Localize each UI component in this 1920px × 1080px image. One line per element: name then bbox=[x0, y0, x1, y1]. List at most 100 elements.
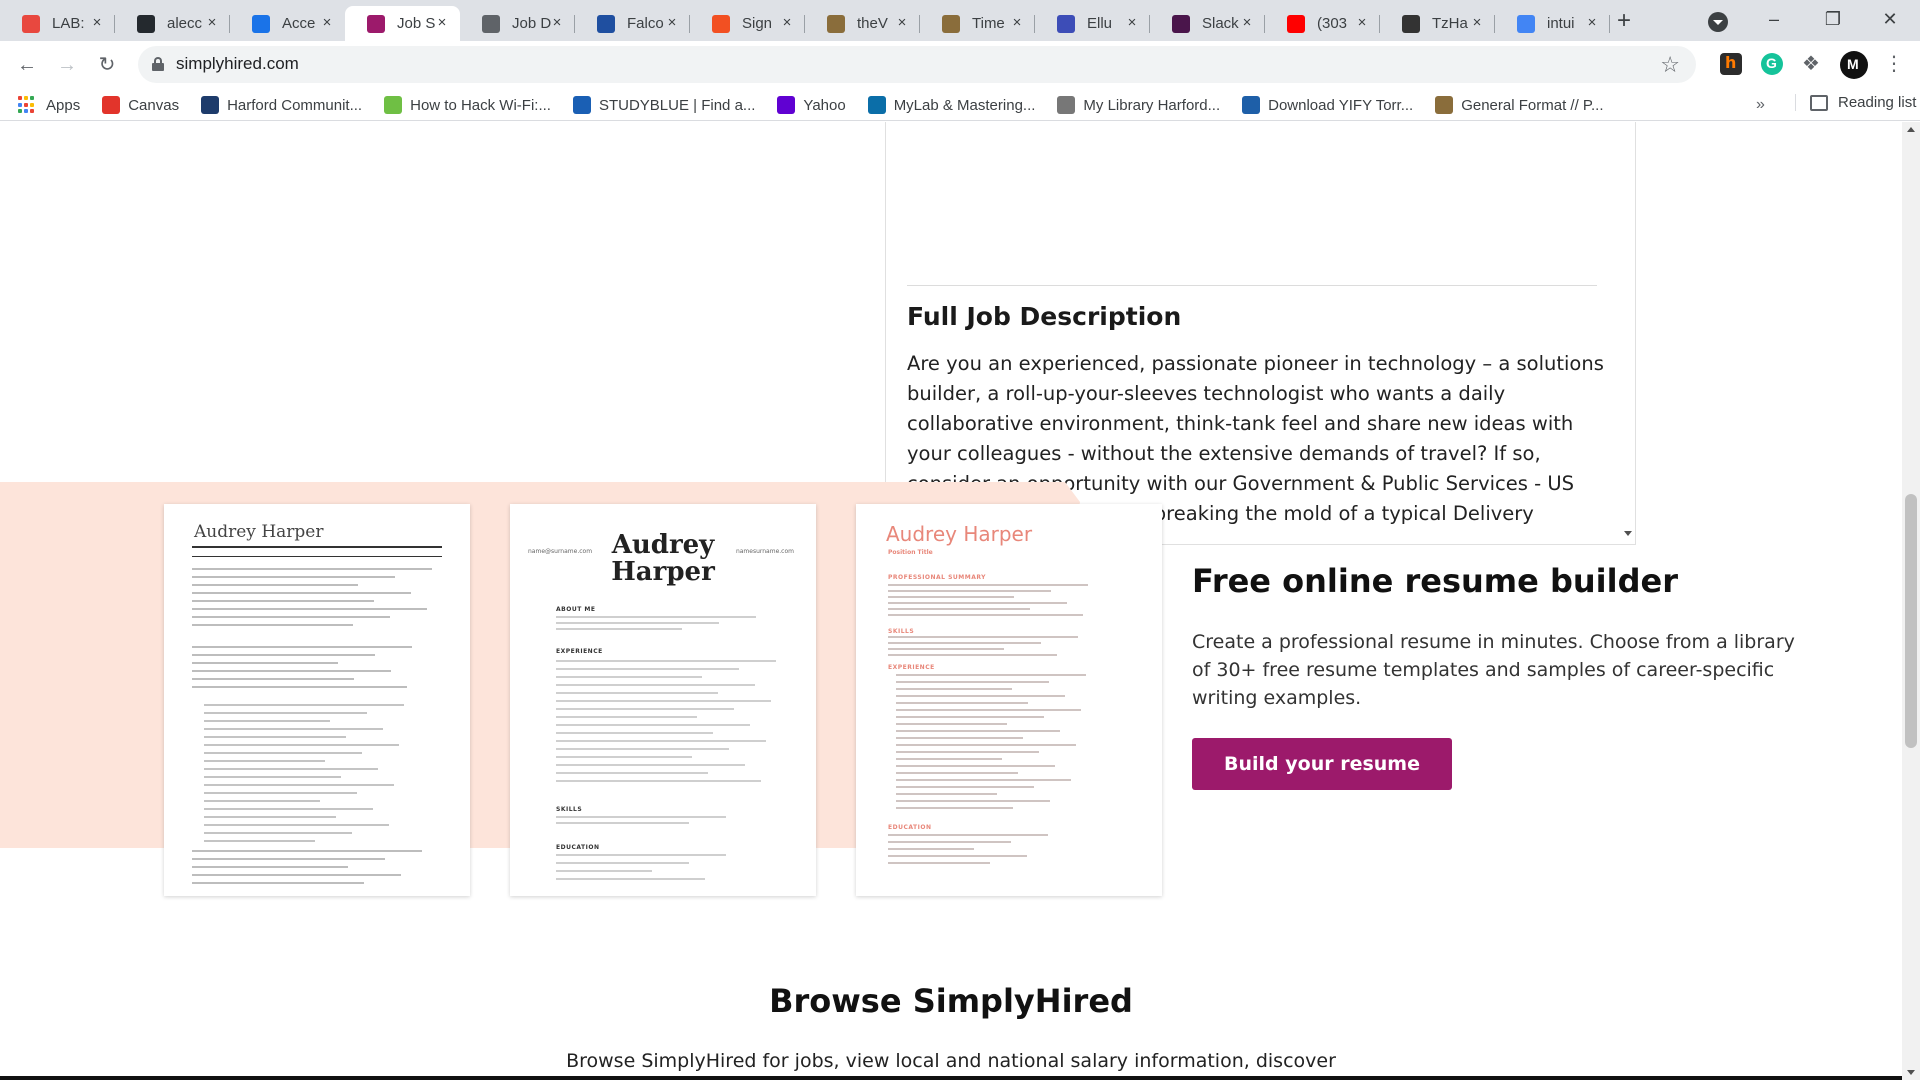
scroll-thumb[interactable] bbox=[1905, 494, 1917, 748]
resume-text-line bbox=[204, 712, 367, 714]
tab-favicon-icon bbox=[942, 15, 960, 33]
tab-search-icon[interactable] bbox=[1708, 12, 1728, 32]
resume-text-line bbox=[888, 590, 1051, 592]
tab-1[interactable]: LAB: × bbox=[0, 6, 115, 41]
tab-12[interactable]: (303 × bbox=[1265, 6, 1380, 41]
resume-text-line bbox=[204, 704, 404, 706]
extensions-puzzle-icon[interactable]: ❖ bbox=[1800, 53, 1822, 75]
resume-text-line bbox=[888, 642, 1041, 644]
bookmark-item[interactable]: STUDYBLUE | Find a... bbox=[572, 96, 755, 114]
grammarly-extension-icon[interactable] bbox=[1761, 53, 1783, 75]
bookmark-item[interactable]: How to Hack Wi-Fi:... bbox=[384, 96, 551, 114]
resume-text-line bbox=[896, 786, 1034, 788]
tab-close-icon[interactable]: × bbox=[89, 15, 105, 31]
tab-7[interactable]: Sign × bbox=[690, 6, 805, 41]
tab-strip: LAB: × alecc × Acce × Job S × Job D × Falco × Sign × t… bbox=[0, 0, 1920, 41]
bookmark-item[interactable]: My Library Harford... bbox=[1057, 96, 1220, 114]
bookmark-item[interactable]: Harford Communit... bbox=[201, 96, 362, 114]
tab-close-icon[interactable]: × bbox=[1009, 15, 1025, 31]
bookmark-item[interactable]: General Format // P... bbox=[1435, 96, 1603, 114]
resume-name: Audrey Harper bbox=[886, 522, 1033, 546]
resume-sample-3[interactable]: Audrey Harper Position Title PROFESSIONA… bbox=[856, 504, 1162, 896]
resume-text-line bbox=[556, 732, 713, 734]
tab-13[interactable]: TzHa × bbox=[1380, 6, 1495, 41]
tab-close-icon[interactable]: × bbox=[1584, 15, 1600, 31]
bookmark-apps[interactable]: Apps bbox=[18, 96, 80, 114]
tab-5[interactable]: Job D × bbox=[460, 6, 575, 41]
more-bookmarks-button[interactable]: » bbox=[1756, 96, 1765, 114]
taskbar-edge bbox=[0, 1076, 1902, 1080]
resume-text-line bbox=[556, 692, 718, 694]
browse-title: Browse SimplyHired bbox=[769, 982, 1133, 1020]
page-scrollbar[interactable] bbox=[1902, 122, 1920, 1080]
resume-text-line bbox=[896, 695, 1065, 697]
resume-text-line bbox=[896, 674, 1086, 676]
close-window-button[interactable]: ✕ bbox=[1862, 0, 1918, 38]
tab-close-icon[interactable]: × bbox=[1124, 15, 1140, 31]
browser-menu-icon[interactable]: ⋮ bbox=[1884, 51, 1904, 76]
bookmark-item[interactable]: MyLab & Mastering... bbox=[867, 96, 1035, 114]
tab-close-icon[interactable]: × bbox=[779, 15, 795, 31]
resume-text-line bbox=[192, 576, 395, 578]
tab-close-icon[interactable]: × bbox=[664, 15, 680, 31]
resume-text-line bbox=[896, 737, 1023, 739]
maximize-button[interactable]: ❐ bbox=[1805, 0, 1861, 38]
card-scrollbar[interactable] bbox=[1621, 122, 1635, 544]
bookmark-star-icon[interactable]: ☆ bbox=[1660, 52, 1680, 78]
new-tab-button[interactable]: + bbox=[1610, 9, 1638, 35]
tab-8[interactable]: theV × bbox=[805, 6, 920, 41]
tab-close-icon[interactable]: × bbox=[1239, 15, 1255, 31]
tab-14[interactable]: intui × bbox=[1495, 6, 1610, 41]
tab-11[interactable]: Slack × bbox=[1150, 6, 1265, 41]
forward-button[interactable]: → bbox=[52, 50, 82, 80]
resume-text-line bbox=[888, 648, 1004, 650]
resume-text-line bbox=[192, 686, 407, 688]
bookmark-item[interactable]: Canvas bbox=[102, 96, 179, 114]
resume-section-heading: EXPERIENCE bbox=[888, 664, 935, 671]
resume-text-line bbox=[192, 662, 338, 664]
tab-4[interactable]: Job S × bbox=[345, 6, 460, 41]
reload-button[interactable]: ↻ bbox=[92, 50, 122, 80]
resume-text-line bbox=[204, 752, 362, 754]
back-button[interactable]: ← bbox=[12, 50, 42, 80]
resume-sample-2[interactable]: name@surname.com namesurname.com Audrey … bbox=[510, 504, 816, 896]
resume-text-line bbox=[556, 628, 682, 630]
scroll-up-arrow-icon[interactable] bbox=[1907, 127, 1915, 132]
tab-close-icon[interactable]: × bbox=[204, 15, 220, 31]
tab-close-icon[interactable]: × bbox=[549, 15, 565, 31]
resume-text-line bbox=[204, 832, 352, 834]
bookmark-item[interactable]: Yahoo bbox=[777, 96, 846, 114]
honey-extension-icon[interactable] bbox=[1720, 53, 1742, 75]
bookmark-item[interactable]: Download YIFY Torr... bbox=[1242, 96, 1413, 114]
tab-favicon-icon bbox=[1517, 15, 1535, 33]
resume-sample-1[interactable]: Audrey Harper bbox=[164, 504, 470, 896]
tab-close-icon[interactable]: × bbox=[434, 15, 450, 31]
minimize-button[interactable]: – bbox=[1746, 0, 1802, 38]
bookmark-favicon-icon bbox=[572, 96, 591, 114]
lock-icon[interactable] bbox=[152, 57, 164, 71]
build-resume-button[interactable]: Build your resume bbox=[1192, 738, 1452, 790]
tab-9[interactable]: Time × bbox=[920, 6, 1035, 41]
tab-close-icon[interactable]: × bbox=[319, 15, 335, 31]
tab-close-icon[interactable]: × bbox=[894, 15, 910, 31]
resume-text-line bbox=[192, 858, 385, 860]
tab-favicon-icon bbox=[252, 15, 270, 33]
tab-favicon-icon bbox=[1172, 15, 1190, 33]
resume-text-line bbox=[896, 807, 1013, 809]
bookmark-favicon-icon bbox=[867, 96, 886, 114]
tab-10[interactable]: Ellu × bbox=[1035, 6, 1150, 41]
reading-list-label: Reading list bbox=[1838, 94, 1917, 111]
tab-close-icon[interactable]: × bbox=[1469, 15, 1485, 31]
resume-text-line bbox=[888, 608, 1030, 610]
address-bar[interactable]: simplyhired.com ☆ bbox=[138, 46, 1696, 83]
reading-list-button[interactable]: Reading list bbox=[1795, 94, 1916, 111]
tab-2[interactable]: alecc × bbox=[115, 6, 230, 41]
tab-3[interactable]: Acce × bbox=[230, 6, 345, 41]
tab-6[interactable]: Falco × bbox=[575, 6, 690, 41]
scroll-down-arrow-icon[interactable] bbox=[1907, 1070, 1915, 1075]
tab-close-icon[interactable]: × bbox=[1354, 15, 1370, 31]
profile-avatar[interactable] bbox=[1840, 51, 1868, 79]
url-text[interactable]: simplyhired.com bbox=[176, 54, 299, 74]
resume-text-line bbox=[204, 728, 383, 730]
apps-grid-icon bbox=[18, 96, 36, 114]
